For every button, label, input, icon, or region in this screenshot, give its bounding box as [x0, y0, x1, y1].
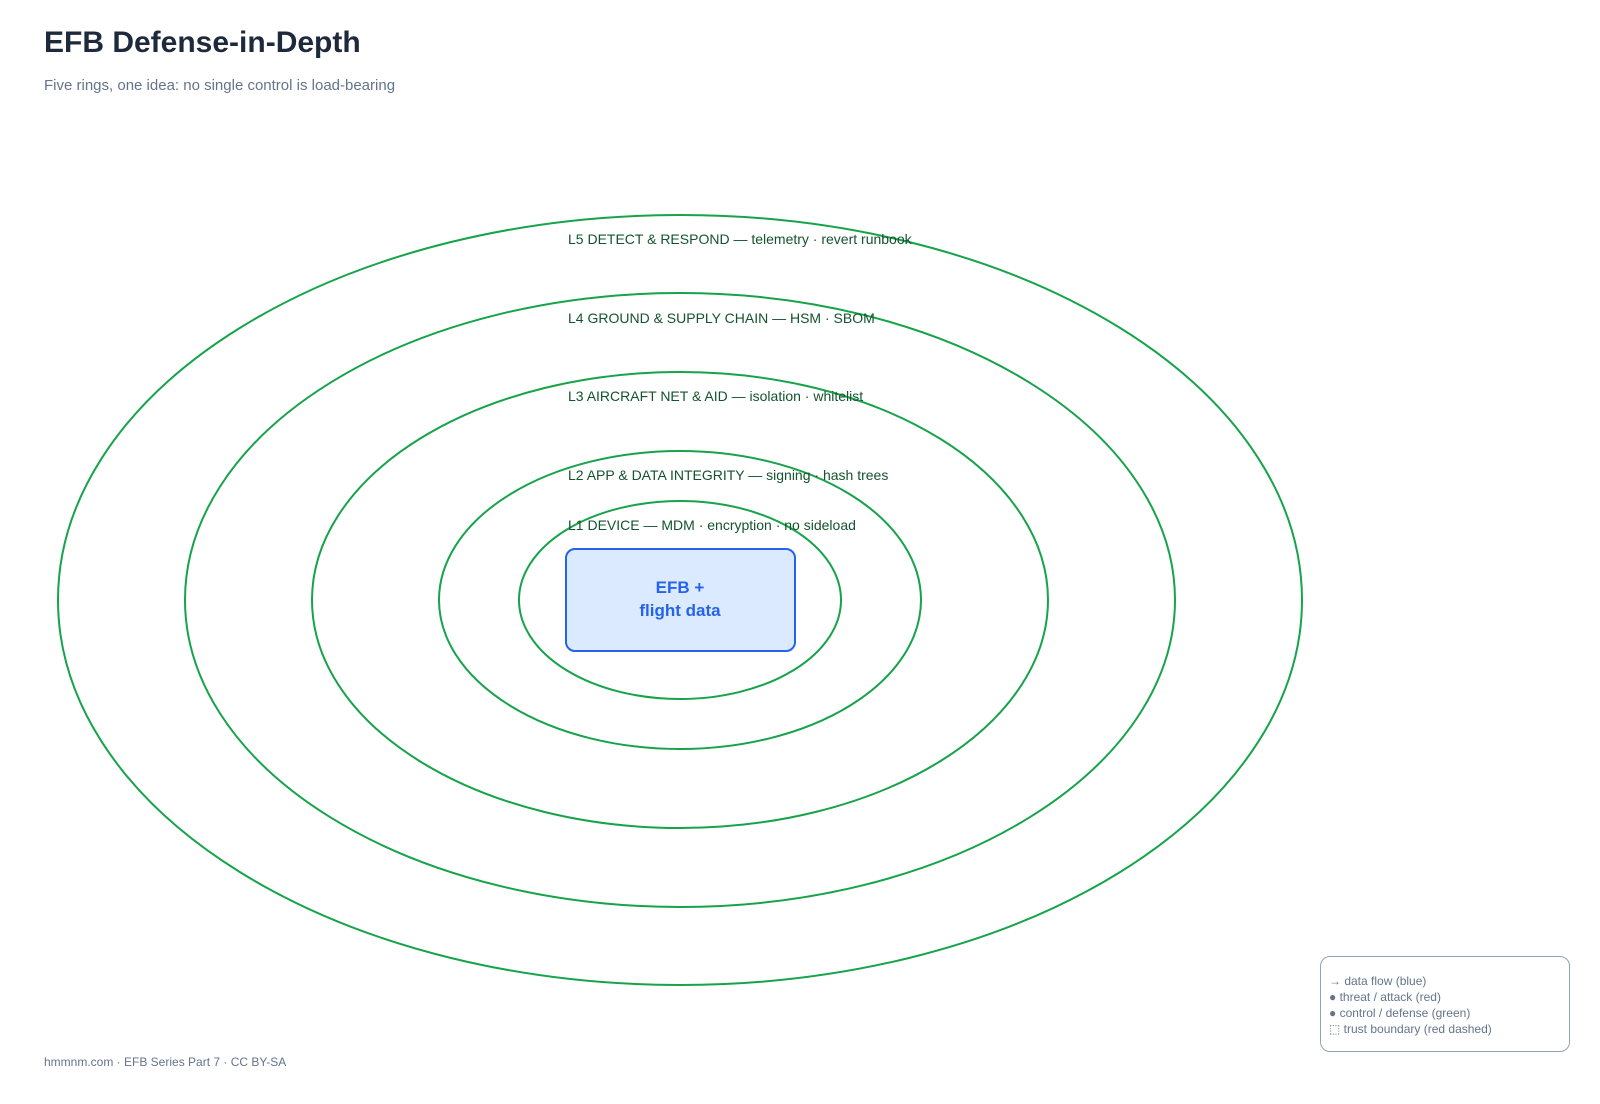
footer-credit: hmmnm.com · EFB Series Part 7 · CC BY-SA — [44, 1055, 287, 1069]
ring-label-l5: L5 DETECT & RESPOND — telemetry · revert… — [568, 231, 913, 247]
legend-item-control: ● control / defense (green) — [1329, 1006, 1471, 1020]
legend-item-data-flow: → data flow (blue) — [1329, 974, 1427, 988]
core-label-line1: EFB + — [656, 578, 705, 597]
defense-rings-diagram: L5 DETECT & RESPOND — telemetry · revert… — [57, 214, 1303, 986]
legend-item-threat: ● threat / attack (red) — [1329, 990, 1441, 1004]
legend-item-trust-boundary: ⬚ trust boundary (red dashed) — [1329, 1022, 1492, 1036]
core-label-line2: flight data — [639, 601, 721, 620]
ring-label-l3: L3 AIRCRAFT NET & AID — isolation · whit… — [568, 388, 863, 404]
ring-label-l4: L4 GROUND & SUPPLY CHAIN — HSM · SBOM — [568, 310, 875, 326]
core-box — [565, 548, 796, 652]
legend: → data flow (blue) ● threat / attack (re… — [1320, 956, 1570, 1052]
ring-label-l2: L2 APP & DATA INTEGRITY — signing · hash… — [568, 467, 888, 483]
ring-label-l1: L1 DEVICE — MDM · encryption · no sidelo… — [568, 517, 856, 533]
